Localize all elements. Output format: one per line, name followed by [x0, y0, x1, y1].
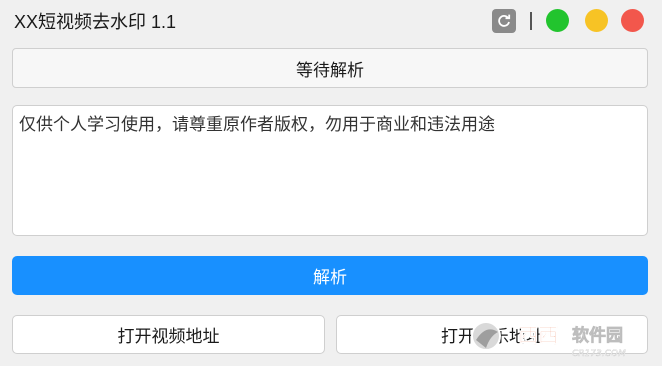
- open-music-url-button[interactable]: 打开音乐地址: [336, 315, 648, 354]
- status-label: 等待解析: [12, 48, 648, 88]
- open-music-url-label: 打开音乐地址: [441, 327, 543, 346]
- open-video-url-button[interactable]: 打开视频地址: [12, 315, 325, 354]
- app-title: XX短视频去水印 1.1: [14, 12, 177, 32]
- open-video-url-label: 打开视频地址: [117, 327, 220, 346]
- url-input-area[interactable]: 仅供个人学习使用，请尊重原作者版权，勿用于商业和违法用途: [12, 105, 648, 236]
- refresh-icon: [498, 14, 511, 27]
- title-bar: XX短视频去水印 1.1: [0, 0, 662, 40]
- maximize-button[interactable]: [546, 9, 569, 32]
- parse-button-label: 解析: [313, 268, 347, 287]
- minimize-button[interactable]: [585, 9, 608, 32]
- parse-button[interactable]: 解析: [12, 256, 648, 295]
- refresh-button[interactable]: [492, 9, 516, 33]
- status-text: 等待解析: [296, 60, 364, 80]
- title-separator: [530, 12, 532, 30]
- close-button[interactable]: [621, 9, 644, 32]
